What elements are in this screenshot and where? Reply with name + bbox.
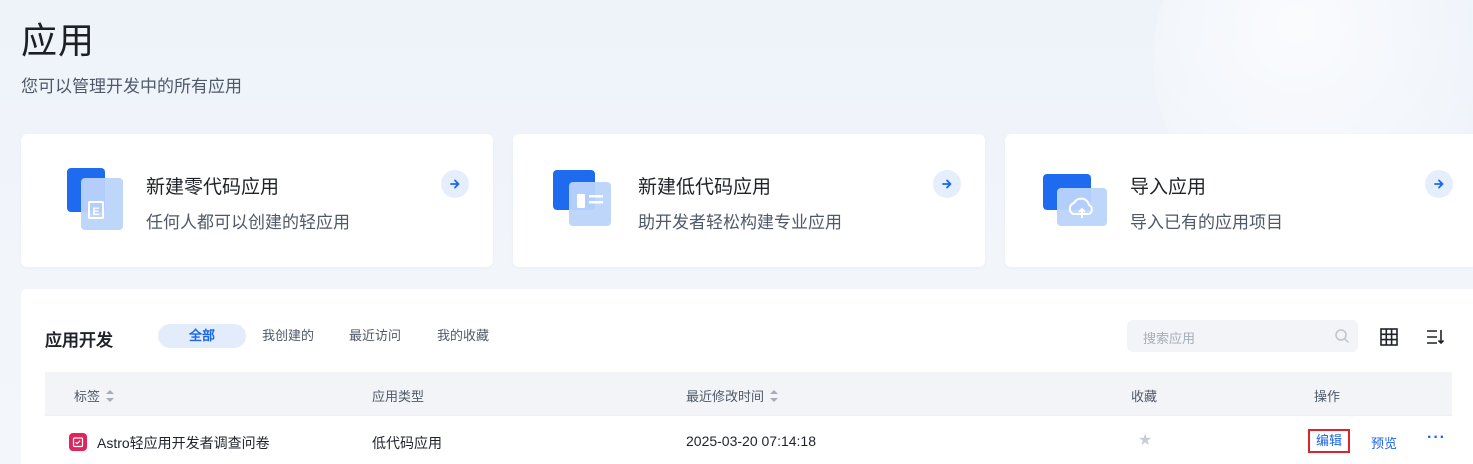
table-row[interactable]: Astro轻应用开发者调查问卷 低代码应用 2025-03-20 07:14:1… — [45, 415, 1452, 464]
app-name[interactable]: Astro轻应用开发者调查问卷 — [97, 433, 270, 453]
app-type: 低代码应用 — [372, 435, 442, 451]
form-app-icon — [69, 433, 87, 451]
zero-code-app-icon: E — [67, 168, 123, 230]
low-code-app-icon — [553, 170, 611, 226]
panel-title: 应用开发 — [45, 331, 113, 350]
arrow-right-icon[interactable] — [1425, 170, 1453, 198]
card-description: 导入已有的应用项目 — [1130, 213, 1283, 232]
sort-list-icon[interactable] — [1425, 327, 1445, 347]
import-app-card[interactable]: 导入应用 导入已有的应用项目 — [1005, 134, 1473, 267]
card-description: 助开发者轻松构建专业应用 — [638, 213, 842, 232]
column-tag[interactable]: 标签 — [74, 386, 115, 405]
column-label: 收藏 — [1131, 389, 1158, 404]
search-placeholder: 搜索应用 — [1143, 331, 1196, 346]
modified-time: 2025-03-20 07:14:18 — [686, 433, 816, 449]
page-title: 应用 — [21, 20, 96, 61]
arrow-right-icon[interactable] — [933, 170, 961, 198]
page-subtitle: 您可以管理开发中的所有应用 — [21, 77, 242, 96]
column-modified-time[interactable]: 最近修改时间 — [686, 386, 779, 405]
sort-icon[interactable] — [770, 389, 779, 402]
edit-button[interactable]: 编辑 — [1308, 429, 1350, 453]
search-icon — [1335, 329, 1349, 343]
svg-text:E: E — [92, 206, 99, 218]
column-label: 应用类型 — [372, 389, 425, 404]
tab-favorites[interactable]: 我的收藏 — [437, 324, 489, 348]
card-title: 新建低代码应用 — [638, 177, 772, 198]
more-options-icon[interactable]: ··· — [1427, 429, 1446, 447]
card-title: 新建零代码应用 — [146, 177, 280, 198]
tab-created-by-me[interactable]: 我创建的 — [262, 324, 314, 348]
column-favorite: 收藏 — [1131, 386, 1157, 405]
app-development-panel: 应用开发 全部 我创建的 最近访问 我的收藏 搜索应用 标签 应用类型 最近修改… — [21, 289, 1473, 464]
search-input[interactable]: 搜索应用 — [1127, 320, 1358, 352]
grid-view-icon[interactable] — [1379, 327, 1399, 347]
arrow-right-icon[interactable] — [441, 170, 469, 198]
column-actions: 操作 — [1314, 386, 1340, 405]
new-low-code-app-card[interactable]: 新建低代码应用 助开发者轻松构建专业应用 — [513, 134, 985, 267]
preview-button[interactable]: 预览 — [1371, 433, 1397, 452]
card-title: 导入应用 — [1130, 177, 1207, 198]
card-description: 任何人都可以创建的轻应用 — [146, 213, 350, 232]
cloud-import-icon — [1043, 174, 1107, 226]
sort-icon[interactable] — [106, 389, 115, 402]
tab-all[interactable]: 全部 — [158, 324, 246, 348]
column-label: 最近修改时间 — [686, 389, 765, 404]
table-header: 标签 应用类型 最近修改时间 收藏 操作 — [45, 372, 1452, 415]
tab-recent[interactable]: 最近访问 — [349, 324, 401, 348]
column-app-type: 应用类型 — [372, 386, 424, 405]
column-label: 标签 — [74, 389, 101, 404]
column-label: 操作 — [1314, 389, 1341, 404]
star-icon[interactable]: ★ — [1138, 430, 1152, 450]
new-zero-code-app-card[interactable]: E 新建零代码应用 任何人都可以创建的轻应用 — [21, 134, 493, 267]
